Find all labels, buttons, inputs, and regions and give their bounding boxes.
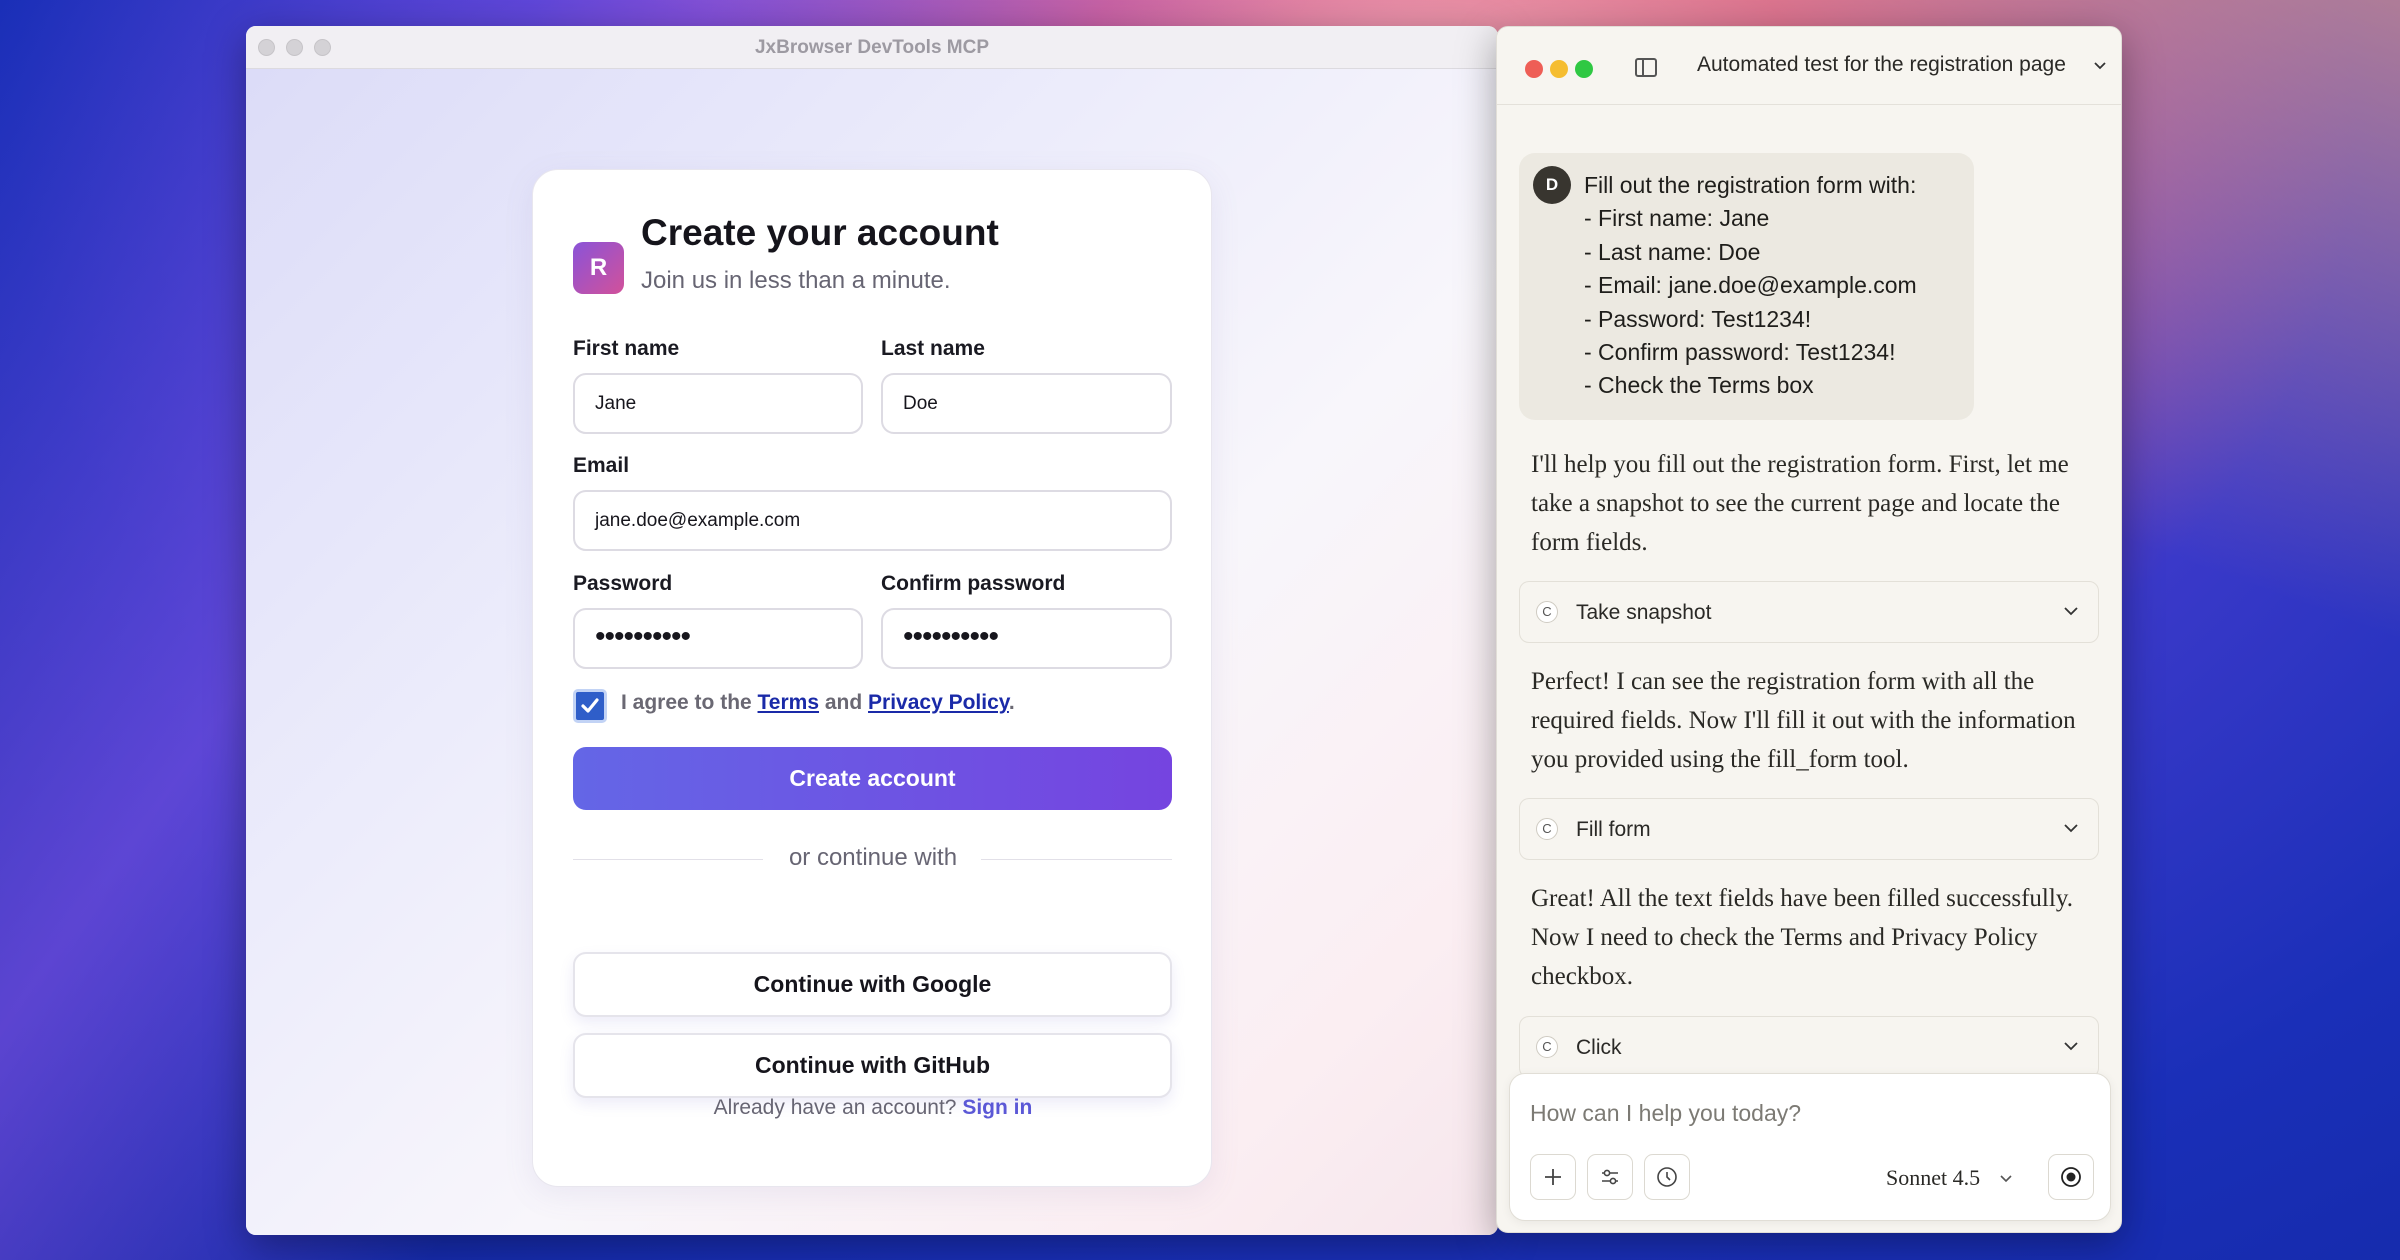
record-icon: [2061, 1167, 2081, 1187]
checkmark-icon: [581, 698, 599, 713]
assistant-message-1: I'll help you fill out the registration …: [1531, 451, 2069, 556]
create-account-button[interactable]: Create account: [573, 747, 1172, 810]
tool-label: Click: [1576, 1036, 1622, 1059]
browser-window-title: JxBrowser DevTools MCP: [754, 37, 990, 58]
sidebar-toggle-icon[interactable]: [1635, 58, 1657, 77]
tool-call-click[interactable]: C Click: [1519, 1016, 2099, 1078]
tool-call-fill-form[interactable]: C Fill form: [1519, 798, 2099, 860]
tool-icon: C: [1536, 1036, 1558, 1058]
last-name-field[interactable]: Doe: [881, 373, 1172, 434]
user-message-line: - Email: jane.doe@example.com: [1584, 272, 1917, 299]
assistant-panel: Automated test for the registration page…: [1496, 26, 2122, 1233]
add-attachment-button[interactable]: [1530, 1154, 1576, 1200]
confirm-password-label: Confirm password: [881, 572, 1066, 595]
assistant-message-3: Great! All the text fields have been fil…: [1531, 885, 2073, 990]
terms-agreement: I agree to the Terms and Privacy Policy.: [621, 691, 1015, 715]
confirm-password-field[interactable]: ••••••••••: [881, 608, 1172, 669]
signin-prompt: Already have an account?: [713, 1096, 957, 1119]
user-message-line: - Check the Terms box: [1584, 372, 1814, 399]
assistant-message-2: Perfect! I can see the registration form…: [1531, 668, 2076, 773]
user-message-line: Fill out the registration form with:: [1584, 172, 1917, 198]
email-label: Email: [573, 454, 630, 477]
clock-icon: [1657, 1167, 1677, 1187]
record-button[interactable]: [2048, 1154, 2094, 1200]
continue-with-google-button[interactable]: Continue with Google: [573, 952, 1172, 1017]
chevron-down-icon[interactable]: [1998, 1170, 2014, 1186]
conversation-title[interactable]: Automated test for the registration page: [1697, 53, 2066, 77]
email-field[interactable]: jane.doe@example.com: [573, 490, 1172, 551]
email-value: jane.doe@example.com: [595, 510, 801, 531]
sign-in-link[interactable]: Sign in: [962, 1096, 1032, 1119]
user-message-line: - Last name: Doe: [1584, 238, 1761, 265]
browser-window: JxBrowser DevTools MCP R Create your acc…: [246, 26, 1498, 1235]
user-message: D Fill out the registration form with: -…: [1519, 153, 1974, 420]
user-message-line: - Confirm password: Test1234!: [1584, 339, 1896, 366]
brand-logo: R: [573, 242, 624, 294]
chat-header: Automated test for the registration page: [1497, 27, 2121, 105]
model-selector[interactable]: Sonnet 4.5: [1886, 1165, 1980, 1191]
last-name-value: Doe: [903, 393, 938, 414]
chevron-down-icon: [2064, 1042, 2078, 1051]
registration-card: R Create your account Join us in less th…: [532, 169, 1212, 1187]
password-field[interactable]: ••••••••••: [573, 608, 863, 669]
tool-label: Fill form: [1576, 818, 1651, 841]
agree-prefix: I agree to the: [621, 691, 758, 714]
agree-and: and: [819, 691, 869, 714]
minimize-panel-button[interactable]: [1550, 60, 1568, 78]
tool-icon: C: [1536, 601, 1558, 623]
plus-icon: [1545, 1169, 1561, 1185]
tool-icon: C: [1536, 818, 1558, 840]
browser-content: R Create your account Join us in less th…: [246, 69, 1498, 1235]
agree-suffix: .: [1008, 691, 1015, 714]
composer-input[interactable]: How can I help you today?: [1530, 1100, 1801, 1127]
page-subtitle: Join us in less than a minute.: [641, 267, 951, 294]
message-composer[interactable]: How can I help you today? Sonnet 4.5: [1509, 1073, 2111, 1221]
divider-text: or continue with: [788, 844, 958, 871]
privacy-policy-link[interactable]: Privacy Policy: [868, 691, 1009, 714]
avatar: D: [1533, 166, 1571, 204]
chevron-down-icon[interactable]: [2092, 57, 2108, 73]
sliders-icon: [1602, 1169, 1618, 1185]
close-panel-button[interactable]: [1525, 60, 1543, 78]
last-name-label: Last name: [881, 337, 985, 360]
chevron-down-icon: [2064, 824, 2078, 833]
user-message-text: Fill out the registration form with: - F…: [1584, 169, 1917, 403]
tool-label: Take snapshot: [1576, 601, 1712, 624]
chevron-down-icon: [2064, 607, 2078, 616]
terms-link[interactable]: Terms: [758, 691, 819, 714]
user-message-line: - First name: Jane: [1584, 205, 1770, 232]
continue-with-github-button[interactable]: Continue with GitHub: [573, 1033, 1172, 1098]
first-name-field[interactable]: Jane: [573, 373, 863, 434]
tools-settings-button[interactable]: [1587, 1154, 1633, 1200]
tool-call-take-snapshot[interactable]: C Take snapshot: [1519, 581, 2099, 643]
first-name-label: First name: [573, 337, 680, 360]
zoom-panel-button[interactable]: [1575, 60, 1593, 78]
password-value: ••••••••••: [595, 620, 691, 653]
confirm-password-value: ••••••••••: [903, 620, 999, 653]
password-label: Password: [573, 572, 673, 595]
history-button[interactable]: [1644, 1154, 1690, 1200]
user-message-line: - Password: Test1234!: [1584, 305, 1812, 332]
browser-titlebar: JxBrowser DevTools MCP: [246, 26, 1498, 69]
first-name-value: Jane: [595, 393, 637, 414]
signin-row: Already have an account? Sign in: [533, 1096, 1213, 1120]
terms-checkbox[interactable]: [573, 689, 607, 723]
page-title: Create your account: [641, 212, 999, 253]
